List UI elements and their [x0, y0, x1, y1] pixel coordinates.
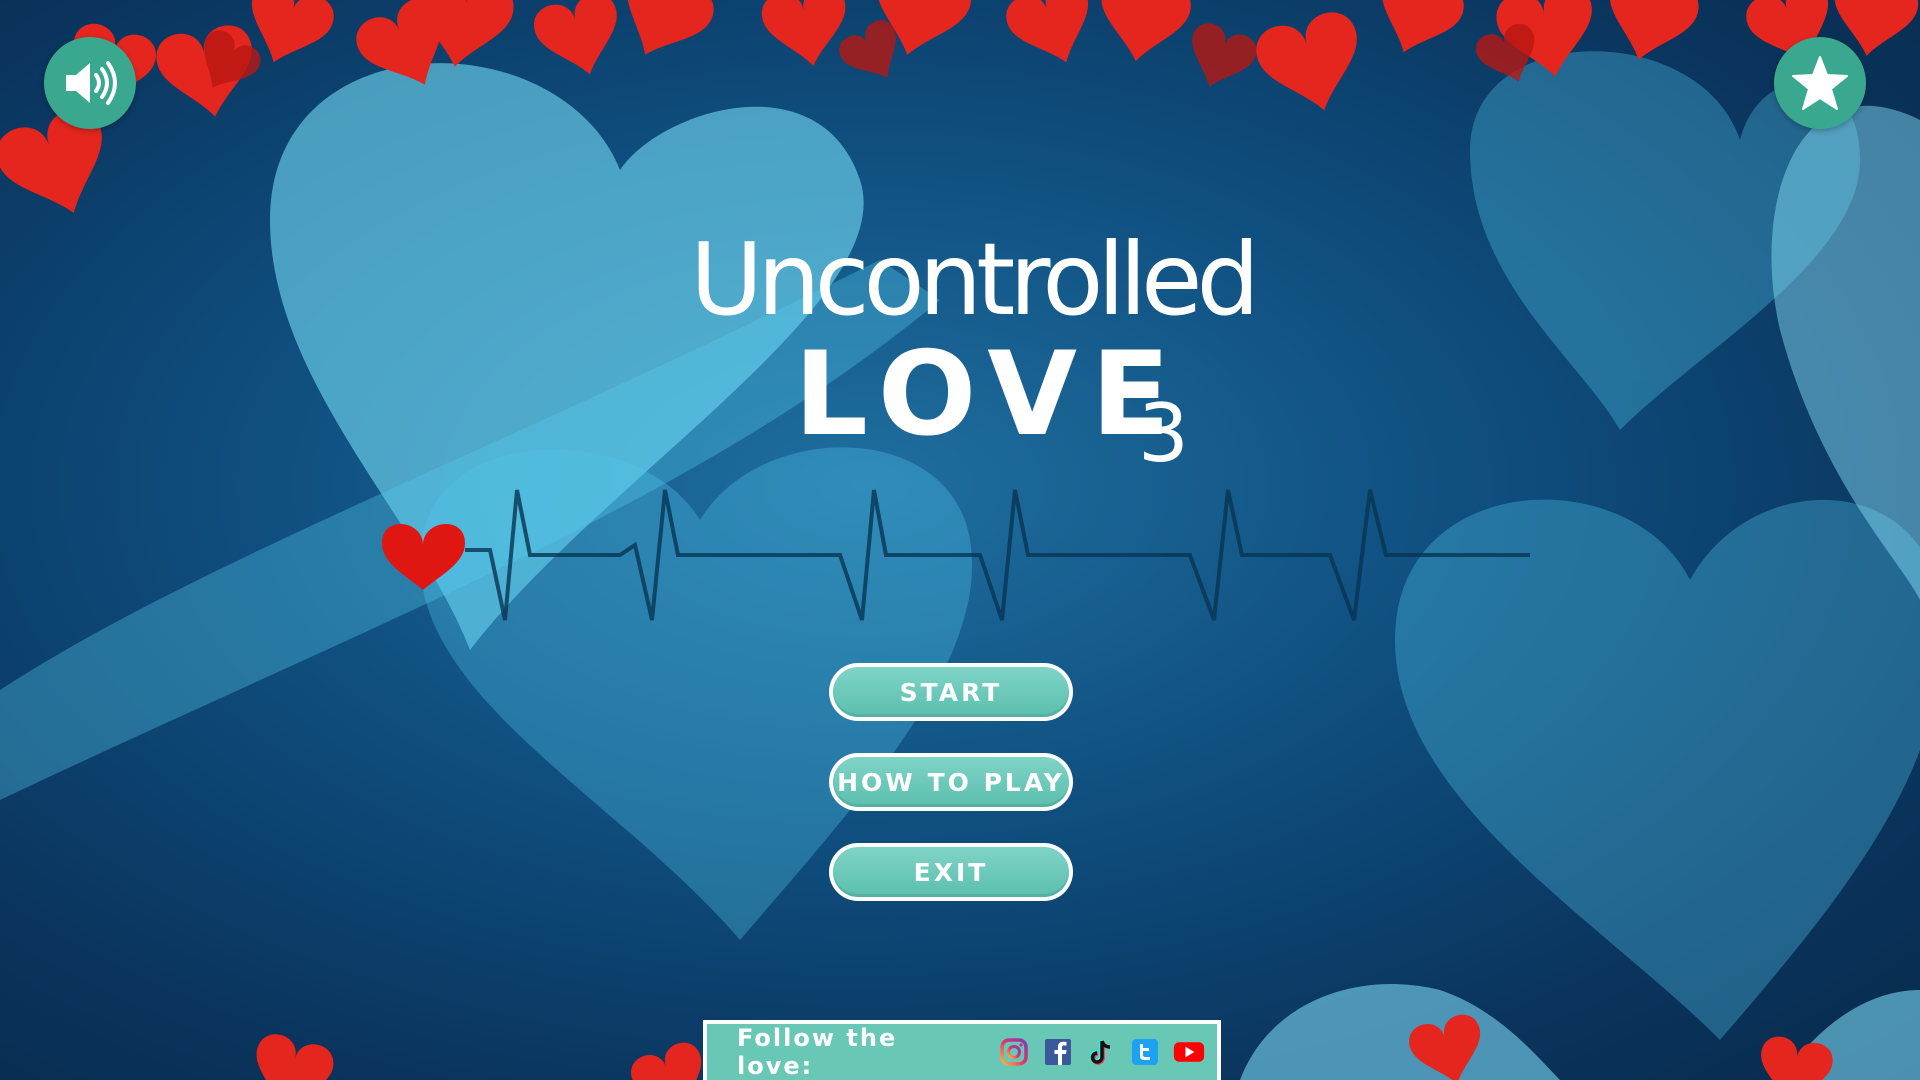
game-title: Uncontrolled LOVE 3	[690, 225, 1260, 479]
background-hearts	[0, 0, 1920, 1080]
game-screen: Uncontrolled LOVE 3 START HOW TO PLAY EX…	[0, 0, 1920, 1080]
follow-label: Follow the love:	[737, 1024, 898, 1080]
twitter-icon[interactable]	[1129, 1036, 1161, 1068]
how-to-play-button-label: HOW TO PLAY	[833, 757, 1069, 807]
star-icon	[1792, 56, 1848, 110]
follow-bar: Follow the love:	[703, 1020, 1221, 1080]
start-button-label: START	[833, 667, 1069, 717]
facebook-icon[interactable]	[1042, 1036, 1074, 1068]
instagram-icon[interactable]	[998, 1036, 1030, 1068]
start-button[interactable]: START	[829, 663, 1073, 721]
title-love: LOVE	[794, 327, 1185, 462]
youtube-icon[interactable]	[1173, 1036, 1205, 1068]
favorite-button[interactable]	[1774, 37, 1866, 129]
exit-button-label: EXIT	[833, 847, 1069, 897]
title-number: 3	[1138, 387, 1189, 480]
tiktok-icon[interactable]	[1085, 1036, 1117, 1068]
title-uncontrolled: Uncontrolled	[690, 221, 1260, 338]
how-to-play-button[interactable]: HOW TO PLAY	[829, 753, 1073, 811]
exit-button[interactable]: EXIT	[829, 843, 1073, 901]
speaker-icon	[66, 61, 117, 105]
sound-toggle-button[interactable]	[44, 37, 136, 129]
